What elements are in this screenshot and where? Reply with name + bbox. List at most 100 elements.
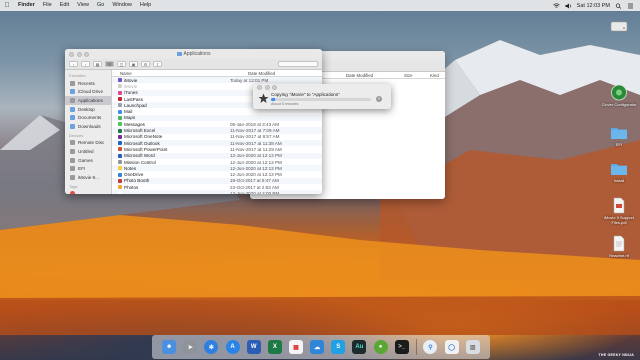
file-name-cell: Microsoft Word [112, 153, 230, 158]
drive-icon [70, 157, 75, 163]
sidebar-item-downloads[interactable]: Downloads [65, 122, 111, 131]
app-icon [118, 134, 122, 139]
desktop-rtf-file[interactable]: Readme.rtf [598, 235, 640, 258]
dock-calendar-icon[interactable]: ▦ [288, 340, 303, 354]
table-row[interactable]: OneDrive 12-Jun-2020 at 12:13 PM [112, 171, 322, 177]
list-view-button[interactable]: ☰ [105, 61, 114, 67]
sidebar-item-recents[interactable]: Recents [65, 79, 111, 88]
sidebar-item-documents[interactable]: Documents [65, 113, 111, 122]
minimize-button[interactable] [264, 85, 270, 90]
menu-finder[interactable]: Finder [14, 0, 39, 11]
desktop-pdf-file[interactable]: iMovie 9 Support Files.pdf [598, 197, 640, 225]
column-view-button[interactable]: ◫ [117, 61, 126, 67]
file-name-cell: Messages [112, 122, 230, 127]
apple-menu-icon[interactable]:  [0, 0, 14, 11]
sidebar-item-untitled[interactable]: Untitled [65, 147, 111, 156]
desktop-efi-folder[interactable]: EFI [598, 124, 640, 147]
dock-excel-icon[interactable]: X [267, 340, 282, 354]
dock-separator [415, 339, 417, 355]
group-by-button[interactable]: ⚙ [141, 61, 150, 67]
sidebar-item-games[interactable]: Games [65, 156, 111, 165]
table-row[interactable]: Microsoft OneNote 11-Nov-2017 at 6:57 AM [112, 134, 322, 140]
desktop-install-folder[interactable]: Install [598, 160, 640, 183]
copy-progress-dialog[interactable]: Copying “iMovie” to “Applications” About… [253, 84, 391, 109]
col-date-modified[interactable]: Date Modified [230, 71, 275, 76]
dock-magnifier-icon[interactable]: ⚲ [423, 340, 438, 354]
share-button[interactable]: ⇧ [153, 61, 162, 67]
clover-icon [611, 84, 627, 101]
finder-titlebar[interactable]: Applications [65, 49, 322, 59]
dock-rocket-icon[interactable]: ➤ [183, 340, 198, 354]
menu-go[interactable]: Go [93, 0, 108, 11]
menu-edit[interactable]: Edit [56, 0, 73, 11]
finder2-col-size[interactable]: Size [404, 73, 413, 78]
table-row[interactable]: Mission Control 12-Jun-2020 at 12:13 PM [112, 159, 322, 165]
icon-view-button[interactable]: ▦ [93, 61, 102, 67]
table-row[interactable]: Photo Booth 19-Oct-2017 at 9:47 AM [112, 177, 322, 185]
date-modified-cell: Today at 12:01 PM [230, 77, 269, 83]
search-field[interactable] [278, 61, 318, 67]
table-row[interactable]: Notes 12-Jun-2020 at 12:13 PM [112, 165, 322, 172]
dock-trash-icon[interactable]: ▥ [465, 340, 480, 354]
finder-window[interactable]: Applications ‹ › ▦ ☰ ◫ ▣ ⚙ ⇧ Favorites R… [65, 49, 322, 194]
menu-file[interactable]: File [39, 0, 56, 11]
sidebar-item-icloud[interactable]: iCloud Drive [65, 88, 111, 97]
file-name: Microsoft OneNote [124, 134, 163, 140]
menu-window[interactable]: Window [108, 0, 136, 11]
file-name-cell [112, 191, 230, 194]
dock-onedrive-icon[interactable]: ☁ [310, 340, 325, 354]
dock-app-store-icon[interactable]: A [225, 340, 240, 354]
table-row[interactable]: Microsoft PowerPoint 11-Nov-2017 at 11:29… [112, 146, 322, 152]
sidebar-item-desktop[interactable]: Desktop [65, 105, 111, 114]
sidebar-item-applications[interactable]: Applications [65, 96, 111, 105]
table-row[interactable]: Microsoft Outlook 11-Nov-2017 at 11:38 AM [112, 139, 322, 147]
menu-view[interactable]: View [73, 0, 93, 11]
file-name-cell: Maps [112, 115, 230, 120]
table-row[interactable]: Photos 24-Oct-2017 at 2:53 AM [112, 184, 322, 190]
file-name-cell: Photos [112, 185, 230, 190]
finder2-col-date[interactable]: Date Modified [346, 73, 373, 78]
cancel-copy-icon[interactable]: × [376, 96, 382, 102]
finder2-col-kind[interactable]: Kind [430, 73, 439, 78]
table-row[interactable]: Microsoft Word 12-Jun-2020 at 12:13 PM [112, 152, 322, 159]
table-row[interactable]: 12-Jun-2020 at 2:00 PM [112, 190, 322, 194]
close-button[interactable] [257, 85, 262, 90]
table-row[interactable]: Messages 05-Jan-2018 at 3:43 AM [112, 121, 322, 127]
sidebar-item-efi[interactable]: EFI [65, 164, 111, 173]
dock-skype-icon[interactable]: S [331, 340, 346, 354]
col-name[interactable]: Name [112, 71, 230, 76]
dock-terminal-icon[interactable]: >_ [394, 340, 409, 354]
wifi-icon[interactable] [552, 2, 560, 9]
file-name-cell: iMovie [112, 78, 230, 83]
dock-finder-icon[interactable]: ☻ [162, 340, 177, 354]
file-name: Mail [124, 109, 133, 115]
notification-center-icon[interactable] [627, 3, 634, 9]
sidebar-header-favorites: Favorites [69, 73, 86, 78]
menu-help[interactable]: Help [136, 0, 155, 11]
gallery-view-button[interactable]: ▣ [129, 61, 138, 67]
app-icon [118, 191, 122, 194]
dock-audition-icon[interactable]: Au [352, 340, 367, 354]
dock-word-icon[interactable]: W [246, 340, 261, 354]
drive-icon [70, 148, 75, 154]
dock-preview-icon[interactable]: ◯ [444, 340, 459, 354]
table-row[interactable]: Microsoft Excel 11-Nov-2017 at 7:09 AM [112, 127, 322, 134]
dock-lime-icon[interactable]: ● [373, 340, 388, 354]
search-icon[interactable] [615, 2, 622, 9]
desktop-disk[interactable] [598, 18, 640, 36]
disc-icon [70, 140, 75, 146]
sidebar-item-remote-disc[interactable]: Remote Disc [65, 139, 111, 148]
app-icon [118, 122, 122, 127]
file-name-cell: Microsoft PowerPoint [112, 147, 230, 152]
volume-icon[interactable] [565, 3, 572, 9]
sidebar-item-imovie[interactable]: iMovie 9... [65, 173, 111, 182]
back-button[interactable]: ‹ [69, 61, 78, 67]
dock-safari-icon[interactable]: ✼ [204, 340, 219, 354]
zoom-button[interactable] [272, 85, 277, 90]
file-name-cell: Mission Control [112, 160, 230, 165]
sidebar-item-tag-red[interactable] [65, 190, 111, 194]
table-row[interactable]: iMovie Today at 12:01 PM [112, 77, 322, 84]
forward-button[interactable]: › [81, 61, 90, 67]
desktop-clover-configurator[interactable]: Clover Configurator [598, 84, 640, 107]
clock[interactable]: Sat 12:03 PM [577, 3, 610, 9]
